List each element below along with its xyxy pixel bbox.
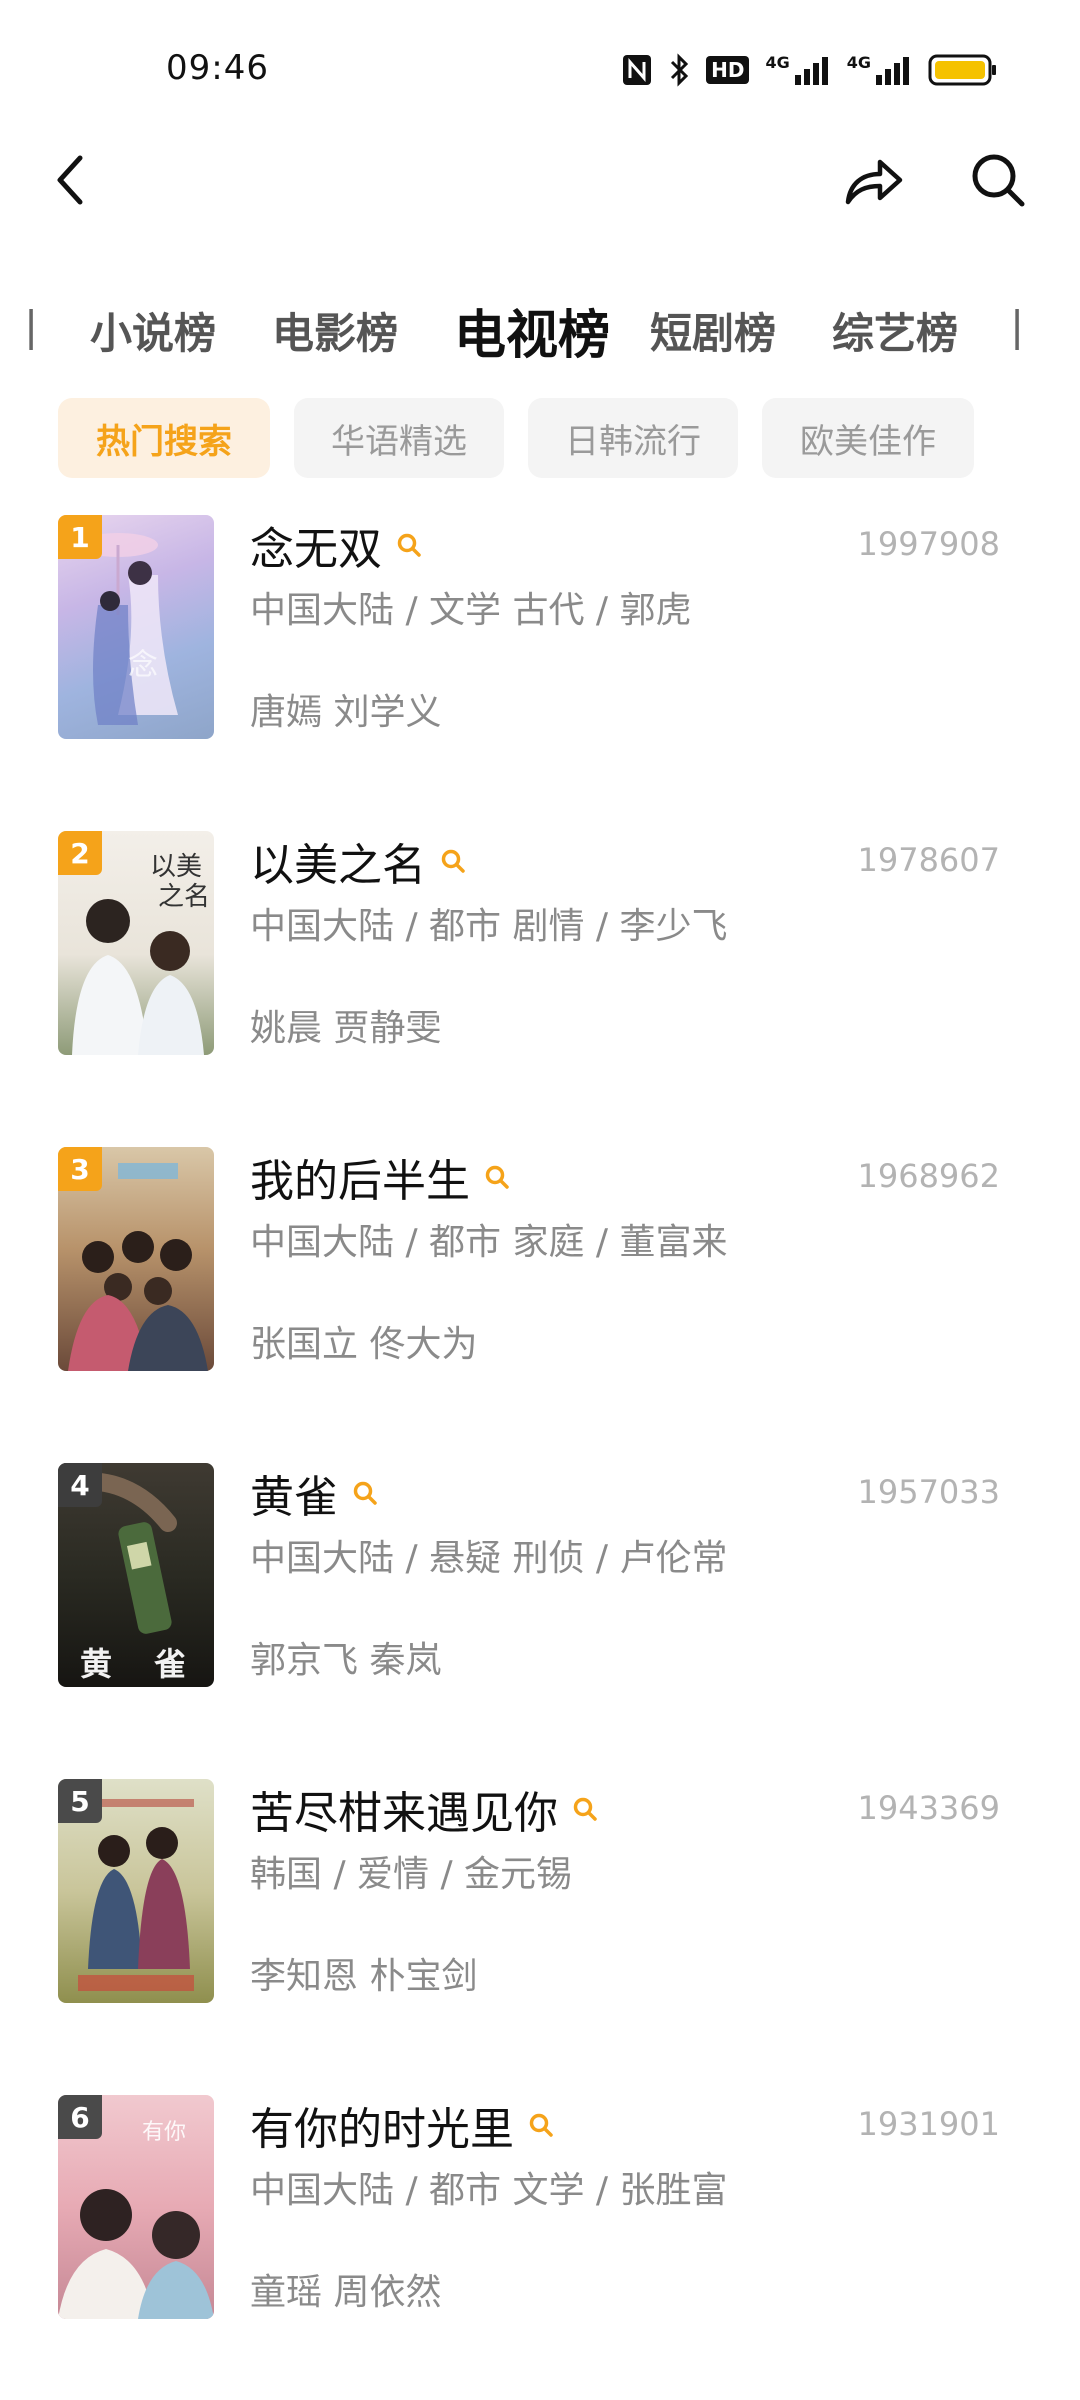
hd-icon: HD [706,56,750,84]
search-icon [972,154,1025,207]
rank-badge: 1 [58,515,102,559]
item-cast: 郭京飞 秦岚 [250,1640,442,1681]
nfc-icon [622,54,652,86]
item-score: 1997908 [857,525,1000,563]
sub-category-chips: 热门搜索 华语精选 日韩流行 欧美佳作 [0,398,1080,478]
item-title: 念无双 [250,524,382,575]
search-hint-icon [441,849,465,873]
tab-right-overflow: | [1010,302,1024,350]
item-cast: 唐嫣 刘学义 [250,692,442,733]
item-title: 苦尽柑来遇见你 [250,1788,558,1839]
title-row: 以美之名 [250,833,466,891]
poster-image: 念 1 [58,515,214,739]
title-row: 我的后半生 [250,1149,510,1207]
share-arrow-icon [845,159,903,205]
search-hint-icon [397,533,421,557]
chip-hot-search[interactable]: 热门搜索 [58,398,270,478]
category-tabs: | 小说榜 电影榜 电视榜 短剧榜 综艺榜 | [0,290,1080,370]
network-label-2: 4G [846,53,871,72]
hd-label: HD [706,56,750,84]
tab-short-drama[interactable]: 短剧榜 [650,290,776,370]
item-cast: 姚晨 贾静雯 [250,1008,442,1049]
rank-badge: 2 [58,831,102,875]
search-hint-icon [573,1797,597,1821]
search-button[interactable] [960,140,1036,220]
chip-western[interactable]: 欧美佳作 [762,398,974,478]
svg-text:之名: 之名 [158,882,210,912]
poster-image: 有你 6 [58,2095,214,2319]
item-meta: 中国大陆 / 文学 古代 / 郭虎 [250,590,692,631]
item-title: 黄雀 [250,1472,338,1523]
title-row: 念无双 [250,517,422,575]
svg-text:雀: 雀 [154,1645,186,1683]
svg-text:以美: 以美 [150,852,202,882]
tab-novel[interactable]: 小说榜 [90,290,216,370]
rank-badge: 5 [58,1779,102,1823]
tab-tv[interactable]: 电视榜 [454,290,610,370]
network-label-1: 4G [765,53,790,72]
item-meta: 中国大陆 / 都市 剧情 / 李少飞 [250,906,728,947]
signal-icon-1: 4G [765,55,830,85]
item-score: 1968962 [857,1157,1000,1195]
item-meta: 中国大陆 / 都市 文学 / 张胜富 [250,2170,728,2211]
back-button[interactable] [40,140,100,220]
bluetooth-icon [668,53,690,87]
signal-icon-2: 4G [847,55,912,85]
item-title: 我的后半生 [250,1156,470,1207]
list-item[interactable]: 5 苦尽柑来遇见你 韩国 / 爱情 / 金元锡 李知恩 朴宝剑 1943369 [0,1779,1080,2009]
item-score: 1978607 [857,841,1000,879]
list-item[interactable]: 黄 雀 4 黄雀 中国大陆 / 悬疑 刑侦 / 卢伦常 郭京飞 秦岚 19570… [0,1463,1080,1693]
list-item[interactable]: 3 我的后半生 中国大陆 / 都市 家庭 / 董富来 张国立 佟大为 19689… [0,1147,1080,1377]
share-button[interactable] [836,140,912,220]
status-icons: HD 4G 4G [622,50,998,90]
chip-chinese[interactable]: 华语精选 [294,398,504,478]
item-meta: 韩国 / 爱情 / 金元锡 [250,1854,573,1895]
svg-text:念: 念 [128,648,158,683]
search-hint-icon [353,1481,377,1505]
chip-jp-kr[interactable]: 日韩流行 [528,398,738,478]
chevron-left-icon [57,155,83,205]
title-row: 黄雀 [250,1465,378,1523]
status-time: 09:46 [166,48,269,88]
item-meta: 中国大陆 / 悬疑 刑侦 / 卢伦常 [250,1538,728,1579]
item-title: 有你的时光里 [250,2104,514,2155]
list-item[interactable]: 有你 6 有你的时光里 中国大陆 / 都市 文学 / 张胜富 童瑶 周依然 19… [0,2095,1080,2325]
item-title: 以美之名 [250,840,426,891]
title-row: 苦尽柑来遇见你 [250,1781,598,1839]
poster-image: 黄 雀 4 [58,1463,214,1687]
rank-badge: 6 [58,2095,102,2139]
svg-text:有你: 有你 [142,2120,186,2145]
title-row: 有你的时光里 [250,2097,554,2155]
svg-text:黄: 黄 [80,1645,112,1683]
poster-image: 以美 之名 2 [58,831,214,1055]
rank-badge: 3 [58,1147,102,1191]
rank-badge: 4 [58,1463,102,1507]
item-score: 1957033 [857,1473,1000,1511]
tab-variety[interactable]: 综艺榜 [832,290,958,370]
tab-left-overflow: | [24,302,38,350]
item-cast: 童瑶 周依然 [250,2272,442,2313]
poster-image: 3 [58,1147,214,1371]
list-item[interactable]: 念 1 念无双 中国大陆 / 文学 古代 / 郭虎 唐嫣 刘学义 1997908 [0,515,1080,745]
poster-image: 5 [58,1779,214,2003]
item-score: 1931901 [857,2105,1000,2143]
item-score: 1943369 [857,1789,1000,1827]
status-bar: 09:46 HD 4G 4G [0,0,1080,120]
search-hint-icon [485,1165,509,1189]
item-cast: 李知恩 朴宝剑 [250,1956,478,1997]
item-cast: 张国立 佟大为 [250,1324,478,1365]
search-hint-icon [529,2113,553,2137]
battery-icon [928,53,998,87]
item-meta: 中国大陆 / 都市 家庭 / 董富来 [250,1222,728,1263]
list-item[interactable]: 以美 之名 2 以美之名 中国大陆 / 都市 剧情 / 李少飞 姚晨 贾静雯 1… [0,831,1080,1061]
tab-movie[interactable]: 电影榜 [272,290,398,370]
